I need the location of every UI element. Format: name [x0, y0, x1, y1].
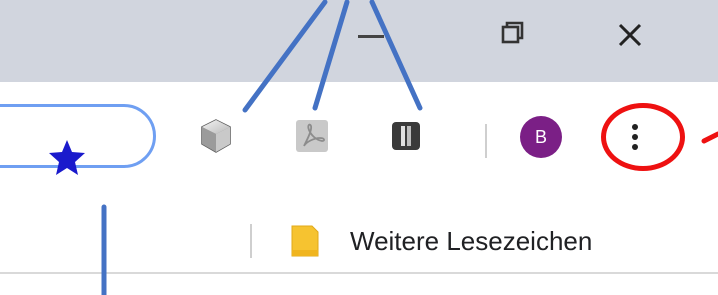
profile-avatar-button[interactable]: B — [520, 116, 562, 158]
title-bar — [0, 0, 718, 82]
restore-icon — [501, 21, 524, 44]
minimize-button[interactable] — [340, 10, 400, 62]
address-bar[interactable] — [0, 104, 156, 175]
other-bookmarks-label[interactable]: Weitere Lesezeichen — [350, 226, 592, 256]
gate-extension-icon — [392, 122, 420, 150]
restore-button[interactable] — [480, 10, 540, 62]
extension-cube-button[interactable] — [196, 116, 236, 156]
extension-gate-button[interactable] — [386, 116, 426, 156]
bookmark-star-button[interactable] — [45, 135, 89, 179]
close-icon — [618, 23, 642, 47]
folder-icon — [291, 225, 319, 257]
profile-initial: B — [534, 127, 547, 147]
bookmarks-separator — [250, 224, 252, 258]
browser-screenshot: B Weitere Lesezeichen — [0, 0, 718, 295]
extension-pdf-button[interactable] — [292, 116, 332, 156]
cube-extension-icon — [201, 119, 231, 153]
toolbar-separator — [485, 124, 487, 158]
close-button[interactable] — [600, 10, 660, 62]
toolbar-bottom-border — [0, 272, 718, 274]
minimize-icon — [358, 35, 384, 38]
star-icon — [49, 140, 85, 175]
menu-highlight-circle — [601, 103, 685, 171]
bookmark-folder-button[interactable] — [286, 220, 326, 262]
pdf-extension-icon — [296, 120, 328, 152]
